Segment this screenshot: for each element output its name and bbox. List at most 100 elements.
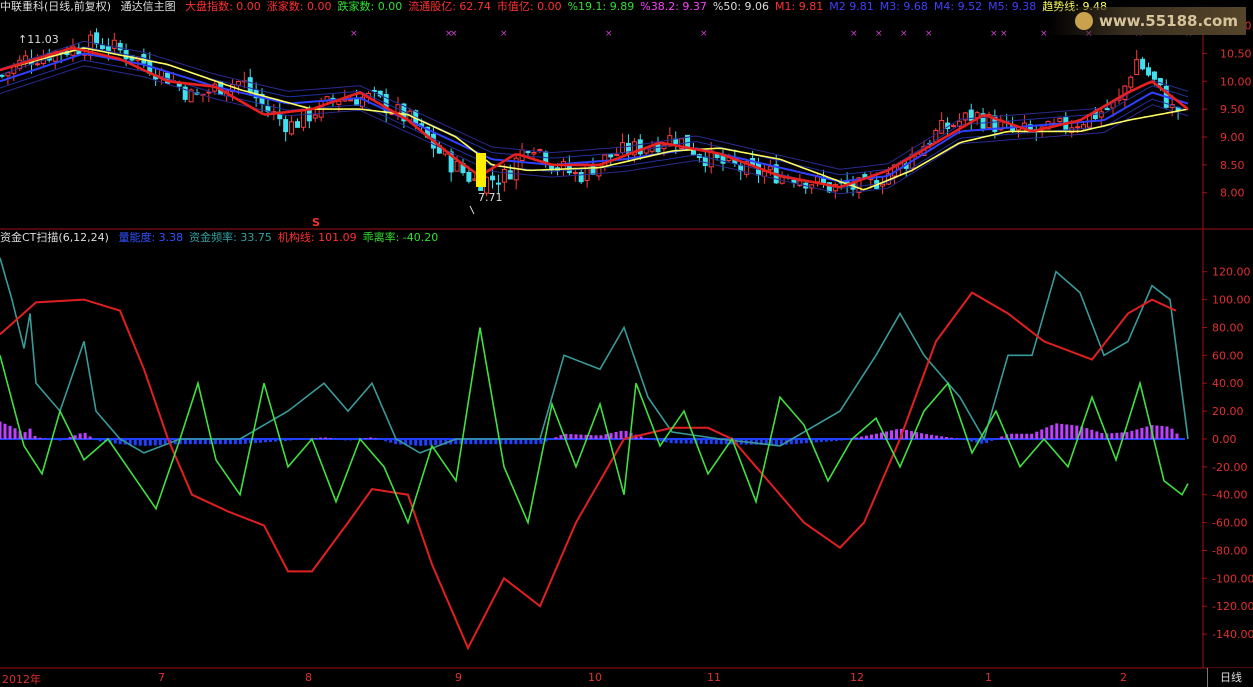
x-tick-label: 11 [707, 671, 721, 684]
x-tick-label: 9 [455, 671, 462, 684]
price-tick-label: 10.00 [1220, 75, 1252, 88]
main-indicator-value-1: 涨家数: 0.00 [266, 0, 332, 13]
main-indicator-value-9: M2 9.81 [829, 0, 874, 13]
period-tab-daily[interactable]: 日线 [1207, 668, 1253, 687]
candle-body [1134, 59, 1140, 76]
stock-chart[interactable]: 11.0010.5010.009.509.008.508.00↑11.037.7… [0, 0, 1253, 687]
price-tick-label: 8.50 [1220, 159, 1245, 172]
indicator-tick-label: 20.00 [1212, 405, 1244, 418]
price-tick-label: 9.50 [1220, 103, 1245, 116]
candle-body [1146, 67, 1152, 76]
watermark-text: www.55188.com [1098, 12, 1238, 30]
candle-body [590, 164, 596, 175]
event-marker: × [605, 29, 613, 39]
price-tick-label: 9.00 [1220, 131, 1245, 144]
candle-body [1151, 71, 1157, 80]
candle-body [336, 100, 342, 105]
main-indicator-value-2: 跌家数: 0.00 [337, 0, 403, 13]
candle-body [507, 170, 513, 180]
main-indicator-value-12: M5: 9.38 [988, 0, 1037, 13]
candle-body [531, 152, 537, 155]
main-indicator-value-5: %19.1: 9.89 [567, 0, 635, 13]
candle-body [295, 121, 300, 128]
main-chart-header: 中联重科(日线,前复权) 通达信主图 大盘指数: 0.00 涨家数: 0.00 跌家… [0, 0, 1119, 14]
candle-body [34, 63, 40, 66]
ct-indicator-value-3: 乖离率: -40.20 [362, 231, 439, 244]
candle-body [0, 74, 5, 77]
event-marker: × [700, 29, 708, 39]
stock-name: 中联重科(日线,前复权) [0, 0, 112, 13]
candle-body [247, 77, 253, 93]
indicator-tick-label: -60.00 [1212, 517, 1247, 530]
main-indicator-value-11: M4: 9.52 [933, 0, 983, 13]
x-tick-label: 8 [305, 671, 312, 684]
time-axis [0, 668, 1253, 687]
indicator-tick-label: -100.00 [1212, 572, 1253, 585]
price-tick-label: 10.50 [1220, 47, 1252, 60]
candle-body [490, 175, 496, 181]
event-marker: × [1040, 29, 1048, 39]
event-marker: × [1000, 29, 1008, 39]
indicator-tick-label: 120.00 [1212, 266, 1251, 279]
high-price-annotation: ↑11.03 [18, 33, 59, 46]
sell-signal-marker: S [312, 216, 320, 229]
x-tick-label: 10 [588, 671, 602, 684]
event-marker: × [350, 29, 358, 39]
ct-indicator-value-1: 资金频率: 33.75 [189, 231, 272, 244]
formula-name: 通达信主图 [120, 0, 176, 13]
candle-body [283, 119, 289, 133]
background [0, 0, 1253, 687]
candle-body [94, 32, 100, 45]
candle-body [1098, 111, 1104, 118]
candle-body [614, 153, 620, 157]
candle-body [1075, 126, 1081, 129]
x-tick-label: 2012年 [2, 673, 41, 686]
candle-body [5, 72, 11, 77]
candle-body [720, 155, 726, 164]
candle-body [99, 45, 105, 50]
x-tick-label: 2 [1120, 671, 1127, 684]
x-tick-label: 1 [985, 671, 992, 684]
indicator-tick-label: -140.00 [1212, 628, 1253, 641]
candle-body [767, 166, 773, 171]
main-indicator-value-4: 市值亿: 0.00 [496, 0, 562, 13]
main-indicator-value-6: %38.2: 9.37 [640, 0, 707, 13]
candle-body [312, 114, 318, 119]
candle-body [880, 183, 886, 187]
signal-box [476, 153, 486, 187]
indicator-tick-label: 40.00 [1212, 377, 1244, 390]
event-marker: × [500, 29, 508, 39]
x-tick-label: 7 [158, 671, 165, 684]
candle-body [702, 156, 708, 167]
candle-body [951, 125, 957, 128]
main-indicator-value-3: 流通股亿: 62.74 [408, 0, 491, 13]
indicator-name: 资金CT扫描(6,12,24) [0, 231, 109, 244]
candle-body [578, 172, 584, 183]
event-marker: × [990, 29, 998, 39]
event-marker: × [900, 29, 908, 39]
candle-body [105, 46, 111, 52]
event-marker: × [875, 29, 883, 39]
x-tick-label: 12 [850, 671, 864, 684]
low-price-annotation: 7.71 [478, 191, 503, 204]
candle-body [501, 169, 507, 183]
indicator-tick-label: -20.00 [1212, 461, 1247, 474]
candle-body [289, 121, 295, 135]
ct-indicator-value-0: 量能度: 3.38 [118, 231, 184, 244]
main-indicator-value-10: M3: 9.68 [879, 0, 928, 13]
candle-body [348, 99, 354, 102]
site-watermark: www.55188.com [1048, 7, 1246, 35]
price-tick-label: 8.00 [1220, 187, 1245, 200]
candle-body [1157, 78, 1163, 86]
candle-body [466, 171, 472, 182]
main-indicator-value-0: 大盘指数: 0.00 [185, 0, 261, 13]
candle-body [525, 151, 531, 154]
candle-body [572, 171, 578, 174]
candle-body [1104, 108, 1110, 111]
indicator-tick-label: -120.00 [1212, 600, 1253, 613]
candle-body [495, 182, 501, 185]
indicator-tick-label: -40.00 [1212, 489, 1247, 502]
main-indicator-value-7: %50: 9.06 [712, 0, 770, 13]
candle-body [1128, 76, 1134, 88]
candle-body [584, 164, 590, 181]
